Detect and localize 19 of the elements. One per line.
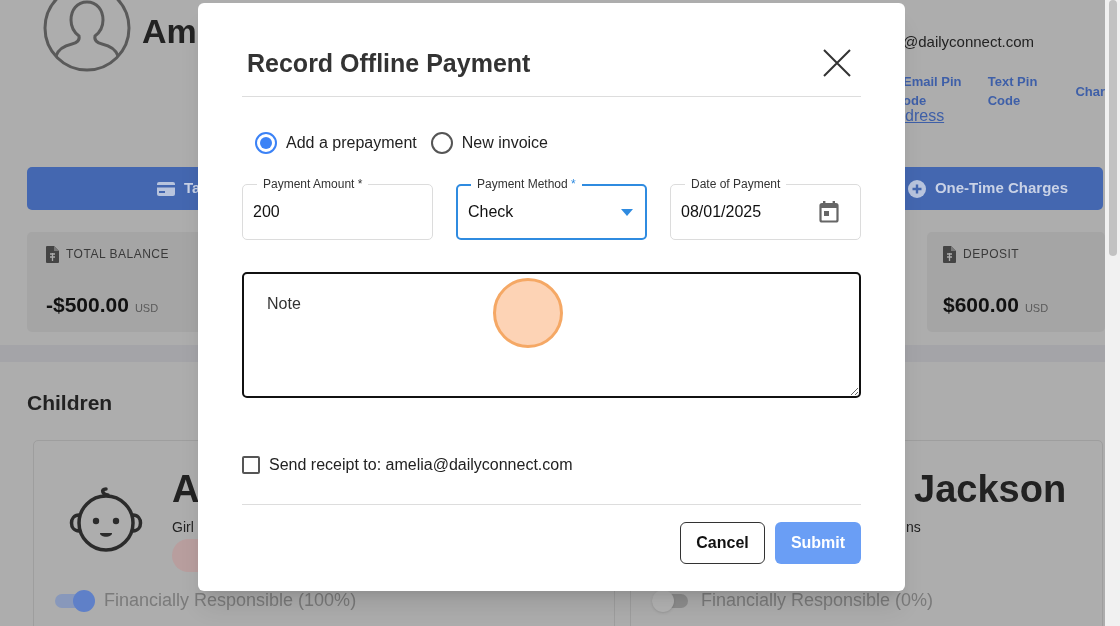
stat-label: DEPOSIT — [963, 246, 1020, 263]
dialog-title: Record Offline Payment — [247, 48, 532, 79]
receipt-checkbox[interactable]: Send receipt to: amelia@dailyconnect.com — [242, 453, 573, 477]
child-name: Jackson — [914, 469, 1067, 509]
child-name: A — [172, 469, 200, 509]
cancel-button[interactable]: Cancel — [680, 522, 765, 564]
payment-type-radio[interactable]: Add a prepayment — [255, 131, 417, 155]
profile-name: Am — [142, 11, 197, 52]
child-detail: Girl — [172, 519, 194, 536]
section-heading: Children — [27, 390, 113, 416]
stat-label: TOTAL BALANCE — [66, 246, 169, 263]
email-text: @dailyconnect.com — [903, 33, 1036, 51]
currency-label: USD — [1024, 301, 1049, 316]
payment-type-radio[interactable]: New invoice — [430, 131, 548, 155]
note-field[interactable]: Note — [242, 272, 861, 398]
currency-label: USD — [134, 301, 159, 316]
stat-amount: -$500.00 — [46, 292, 129, 318]
child-detail: ns — [906, 519, 921, 536]
stat-amount: $600.00 — [943, 292, 1019, 318]
